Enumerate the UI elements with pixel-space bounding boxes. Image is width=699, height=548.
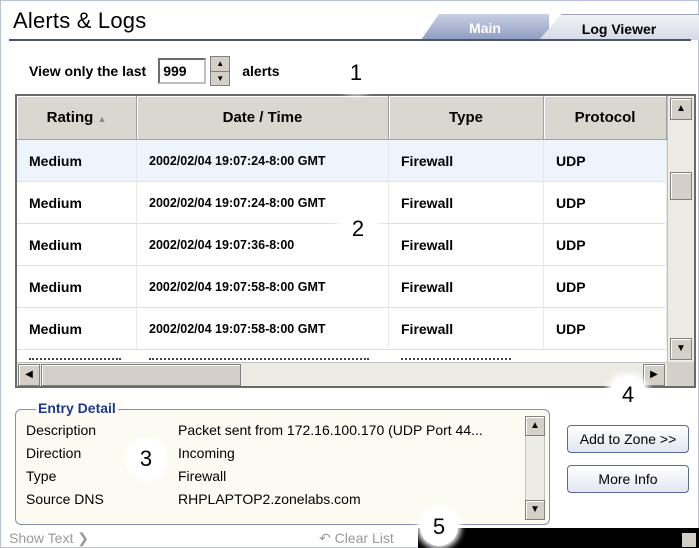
alert-count-input[interactable] (158, 58, 207, 84)
cell-datetime: 2002/02/04 19:07:24-8:00 GMT (137, 140, 389, 182)
scroll-down-icon[interactable]: ▼ (525, 500, 545, 520)
detail-value: RHPLAPTOP2.zonelabs.com (178, 491, 361, 507)
header-divider (9, 39, 691, 41)
footer-bar: Show Text ❯ ↶ Clear List (1, 528, 699, 548)
callout-4: 4 (609, 376, 647, 414)
table-row[interactable]: Medium 2002/02/04 19:07:58-8:00 GMT Fire… (17, 308, 667, 350)
filter-suffix-label: alerts (242, 63, 280, 79)
detail-label: Direction (26, 445, 82, 461)
detail-label: Type (26, 468, 57, 484)
detail-label: Source DNS (26, 491, 104, 507)
detail-value: Incoming (178, 445, 235, 461)
cell-type: Firewall (389, 140, 544, 182)
resize-grip-icon[interactable] (682, 533, 696, 547)
detail-value: Packet sent from 172.16.100.170 (UDP Por… (178, 422, 483, 438)
cell-rating: Medium (17, 140, 137, 182)
scroll-left-icon[interactable]: ◀ (18, 364, 40, 386)
column-header-type[interactable]: Type (389, 96, 544, 140)
cell-type: Firewall (389, 224, 544, 266)
show-text-link[interactable]: Show Text ❯ (9, 530, 89, 547)
cell-rating: Medium (17, 182, 137, 224)
cell-protocol: UDP (544, 182, 667, 224)
table-row[interactable]: Medium 2002/02/04 19:07:24-8:00 GMT Fire… (17, 140, 667, 182)
detail-label: Description (26, 422, 97, 438)
scroll-up-icon[interactable]: ▲ (670, 98, 692, 120)
column-header-datetime[interactable]: Date / Time (137, 96, 389, 140)
scrollbar-corner (667, 362, 694, 386)
horizontal-scroll-thumb[interactable] (41, 364, 241, 386)
scroll-up-icon[interactable]: ▲ (525, 416, 545, 436)
alert-count-spinner[interactable]: ▲ ▼ (210, 56, 231, 86)
spin-down-icon[interactable]: ▼ (211, 72, 229, 86)
table-vertical-scrollbar[interactable]: ▲ ▼ (667, 96, 694, 364)
entry-detail-legend: Entry Detail (36, 400, 118, 416)
cell-type: Firewall (389, 308, 544, 350)
cell-datetime: 2002/02/04 19:07:58-8:00 GMT (137, 266, 389, 308)
callout-3: 3 (127, 440, 165, 478)
clear-list-button[interactable]: ↶ Clear List (319, 530, 394, 547)
table-row[interactable]: Medium 2002/02/04 19:07:58-8:00 GMT Fire… (17, 266, 667, 308)
callout-1: 1 (337, 54, 375, 92)
spin-up-icon[interactable]: ▲ (211, 57, 230, 72)
column-header-rating[interactable]: Rating ▲ (17, 96, 137, 140)
cell-rating: Medium (17, 266, 137, 308)
cell-type: Firewall (389, 182, 544, 224)
tab-log-viewer[interactable]: Log Viewer (539, 14, 699, 40)
cell-rating: Medium (17, 224, 137, 266)
cell-protocol: UDP (544, 140, 667, 182)
cell-protocol: UDP (544, 266, 667, 308)
cell-protocol: UDP (544, 224, 667, 266)
tab-main[interactable]: Main (421, 14, 549, 40)
footer-dark-strip (418, 528, 699, 548)
detail-scrollbar[interactable]: ▲ ▼ (525, 416, 545, 520)
callout-2: 2 (339, 210, 377, 248)
vertical-scroll-thumb[interactable] (670, 172, 692, 200)
column-header-protocol[interactable]: Protocol (544, 96, 667, 140)
more-info-button[interactable]: More Info (567, 465, 689, 493)
cell-rating: Medium (17, 308, 137, 350)
filter-prefix-label: View only the last (29, 63, 147, 79)
cell-datetime: 2002/02/04 19:07:58-8:00 GMT (137, 308, 389, 350)
scroll-right-icon[interactable]: ▶ (643, 364, 665, 386)
cell-type: Firewall (389, 266, 544, 308)
detail-value: Firewall (178, 468, 227, 484)
alert-filter: View only the last ▲ ▼ alerts (29, 56, 280, 86)
callout-5: 5 (420, 508, 458, 546)
table-horizontal-scrollbar[interactable]: ◀ ▶ (17, 362, 667, 386)
cell-protocol: UDP (544, 308, 667, 350)
add-to-zone-button[interactable]: Add to Zone >> (567, 425, 689, 453)
scroll-down-icon[interactable]: ▼ (670, 338, 692, 360)
sort-ascending-icon: ▲ (97, 114, 107, 124)
alerts-logs-panel: Alerts & Logs Main Log Viewer View only … (0, 0, 699, 548)
page-title: Alerts & Logs (13, 8, 147, 33)
entry-detail-panel: Entry Detail Description Packet sent fro… (15, 400, 550, 525)
